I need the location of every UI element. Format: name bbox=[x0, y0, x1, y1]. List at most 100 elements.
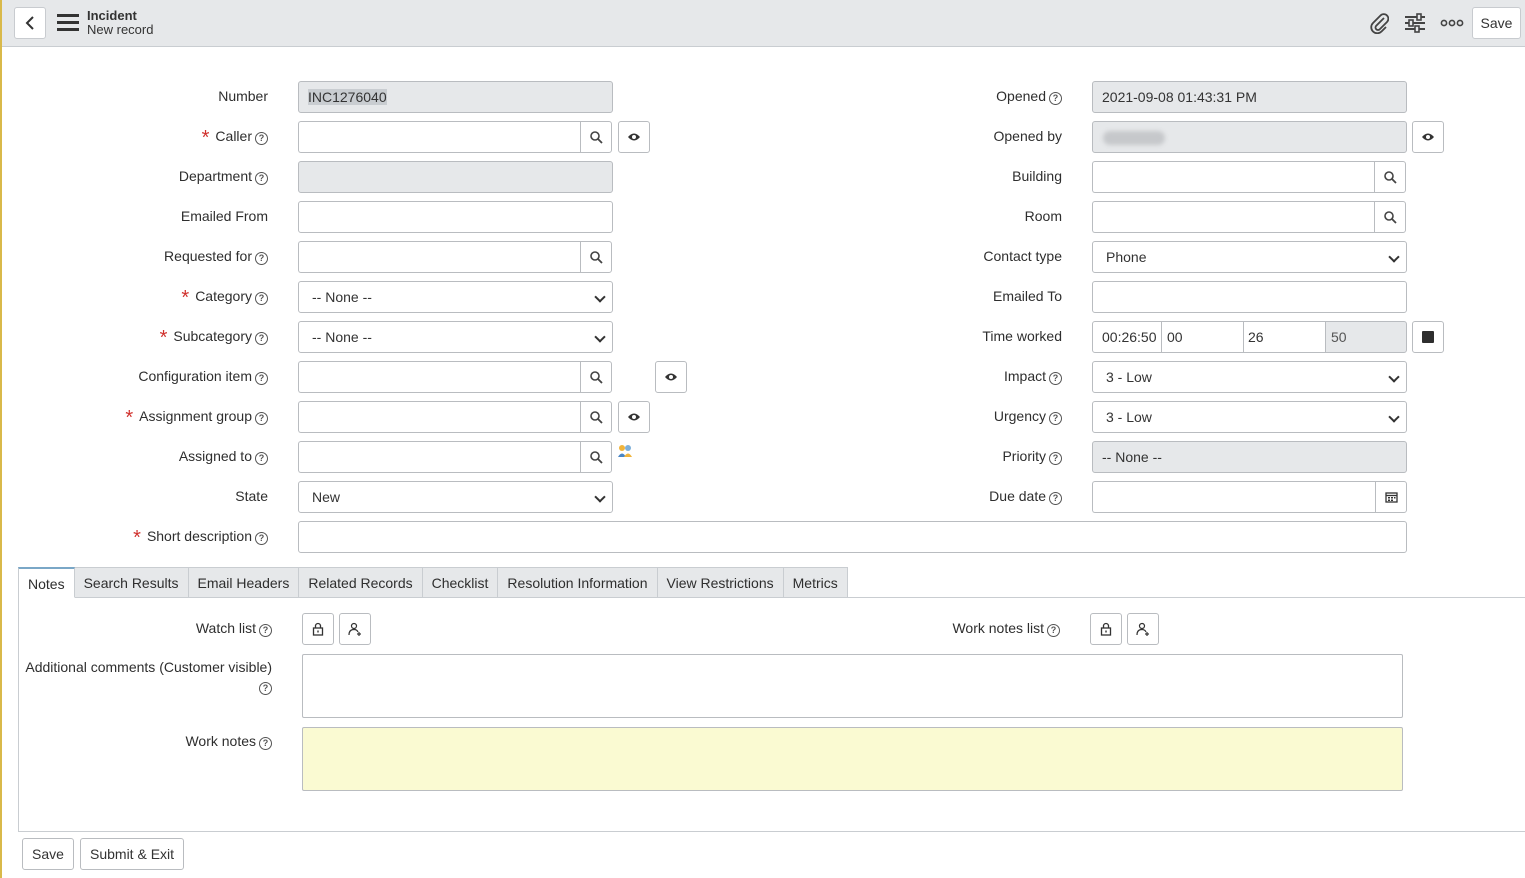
help-icon[interactable]: ? bbox=[255, 452, 268, 465]
tab-related-records[interactable]: Related Records bbox=[299, 567, 423, 598]
required-icon: * bbox=[159, 327, 168, 349]
tab-notes[interactable]: Notes bbox=[18, 567, 75, 598]
category-select[interactable]: -- None -- bbox=[298, 281, 613, 313]
emailed-from-input[interactable] bbox=[298, 201, 613, 233]
caller-input[interactable] bbox=[298, 121, 581, 153]
help-icon[interactable]: ? bbox=[1049, 492, 1062, 505]
help-icon[interactable]: ? bbox=[1049, 372, 1062, 385]
configuration-item-lookup-button[interactable] bbox=[580, 361, 612, 393]
help-icon[interactable]: ? bbox=[255, 532, 268, 545]
configuration-item-preview-button[interactable] bbox=[655, 361, 687, 393]
eye-icon bbox=[1422, 133, 1434, 141]
work-notes-list-unlock-button[interactable] bbox=[1090, 613, 1122, 645]
opened-by-field bbox=[1092, 121, 1407, 153]
blurred-user-name bbox=[1103, 131, 1165, 145]
help-icon[interactable]: ? bbox=[255, 132, 268, 145]
watch-list-add-me-button[interactable] bbox=[339, 613, 371, 645]
help-icon[interactable]: ? bbox=[255, 332, 268, 345]
tab-view-restrictions[interactable]: View Restrictions bbox=[657, 567, 784, 598]
configuration-item-input[interactable] bbox=[298, 361, 581, 393]
due-date-input[interactable] bbox=[1092, 481, 1376, 513]
requested-for-input[interactable] bbox=[298, 241, 581, 273]
calendar-icon bbox=[1384, 492, 1398, 503]
emailed-to-label: Emailed To bbox=[992, 288, 1062, 304]
assignment-suggestion-icon[interactable] bbox=[617, 443, 633, 459]
search-icon bbox=[1383, 210, 1397, 224]
emailed-to-input[interactable] bbox=[1092, 281, 1407, 313]
form-header: Incident New record Save bbox=[2, 0, 1525, 47]
help-icon[interactable]: ? bbox=[255, 252, 268, 265]
tab-email-headers[interactable]: Email Headers bbox=[188, 567, 300, 598]
tab-metrics[interactable]: Metrics bbox=[783, 567, 848, 598]
back-button[interactable] bbox=[14, 7, 46, 39]
tab-checklist[interactable]: Checklist bbox=[422, 567, 499, 598]
attachment-icon[interactable] bbox=[1366, 10, 1392, 36]
help-icon[interactable]: ? bbox=[1049, 412, 1062, 425]
additional-comments-textarea[interactable] bbox=[302, 654, 1403, 718]
search-icon bbox=[589, 450, 603, 464]
short-description-input[interactable] bbox=[298, 521, 1407, 553]
room-label: Room bbox=[1024, 208, 1062, 224]
building-input[interactable] bbox=[1092, 161, 1375, 193]
work-notes-label: Work notes? bbox=[102, 731, 272, 751]
lock-icon bbox=[1100, 622, 1112, 636]
personalize-form-icon[interactable] bbox=[1402, 10, 1428, 36]
tab-resolution-information[interactable]: Resolution Information bbox=[498, 567, 658, 598]
category-label: * Category? bbox=[102, 286, 268, 308]
lock-icon bbox=[312, 622, 324, 636]
opened-by-label: Opened by bbox=[993, 128, 1063, 144]
assignment-group-lookup-button[interactable] bbox=[580, 401, 612, 433]
time-worked-seconds[interactable]: 50 bbox=[1325, 321, 1407, 353]
assignment-group-preview-button[interactable] bbox=[618, 401, 650, 433]
time-worked-label: Time worked bbox=[982, 328, 1062, 344]
time-worked-total: 00:26:50 bbox=[1092, 321, 1162, 353]
header-save-button[interactable]: Save bbox=[1472, 7, 1521, 39]
watch-list-unlock-button[interactable] bbox=[302, 613, 334, 645]
room-lookup-button[interactable] bbox=[1374, 201, 1406, 233]
state-select[interactable]: New bbox=[298, 481, 613, 513]
number-field[interactable]: INC1276040 bbox=[298, 81, 613, 113]
work-notes-textarea[interactable] bbox=[302, 727, 1403, 791]
time-worked-minutes[interactable]: 26 bbox=[1243, 321, 1326, 353]
tab-search-results[interactable]: Search Results bbox=[74, 567, 189, 598]
impact-select[interactable]: 3 - Low bbox=[1092, 361, 1407, 393]
room-input[interactable] bbox=[1092, 201, 1375, 233]
help-icon[interactable]: ? bbox=[1049, 92, 1062, 105]
help-icon[interactable]: ? bbox=[259, 737, 272, 750]
configuration-item-label: Configuration item? bbox=[82, 366, 268, 386]
urgency-select[interactable]: 3 - Low bbox=[1092, 401, 1407, 433]
help-icon[interactable]: ? bbox=[255, 412, 268, 425]
subcategory-label: * Subcategory? bbox=[102, 326, 268, 349]
opened-label: Opened? bbox=[902, 86, 1062, 106]
building-lookup-button[interactable] bbox=[1374, 161, 1406, 193]
contact-type-select[interactable]: Phone bbox=[1092, 241, 1407, 273]
help-icon[interactable]: ? bbox=[1047, 624, 1060, 637]
assignment-group-input[interactable] bbox=[298, 401, 581, 433]
menu-icon[interactable] bbox=[57, 14, 79, 32]
help-icon[interactable]: ? bbox=[259, 624, 272, 637]
submit-exit-button[interactable]: Submit & Exit bbox=[80, 838, 185, 870]
more-options-icon[interactable] bbox=[1439, 10, 1465, 36]
timer-stop-button[interactable] bbox=[1412, 321, 1444, 353]
search-icon bbox=[589, 410, 603, 424]
requested-for-lookup-button[interactable] bbox=[580, 241, 612, 273]
help-icon[interactable]: ? bbox=[1049, 452, 1062, 465]
help-icon[interactable]: ? bbox=[259, 682, 272, 695]
caller-preview-button[interactable] bbox=[618, 121, 650, 153]
work-notes-list-add-me-button[interactable] bbox=[1127, 613, 1159, 645]
assigned-to-input[interactable] bbox=[298, 441, 581, 473]
assigned-to-lookup-button[interactable] bbox=[580, 441, 612, 473]
subcategory-select[interactable]: -- None -- bbox=[298, 321, 613, 353]
footer-save-button[interactable]: Save bbox=[22, 838, 74, 870]
opened-by-preview-button[interactable] bbox=[1412, 121, 1444, 153]
help-icon[interactable]: ? bbox=[255, 292, 268, 305]
add-user-icon bbox=[1136, 622, 1149, 636]
due-date-picker-button[interactable] bbox=[1375, 481, 1407, 513]
help-icon[interactable]: ? bbox=[255, 172, 268, 185]
state-label: State bbox=[235, 488, 268, 504]
caller-lookup-button[interactable] bbox=[580, 121, 612, 153]
time-worked-hours[interactable]: 00 bbox=[1161, 321, 1244, 353]
eye-icon bbox=[628, 133, 640, 141]
help-icon[interactable]: ? bbox=[255, 372, 268, 385]
required-icon: * bbox=[125, 407, 134, 429]
